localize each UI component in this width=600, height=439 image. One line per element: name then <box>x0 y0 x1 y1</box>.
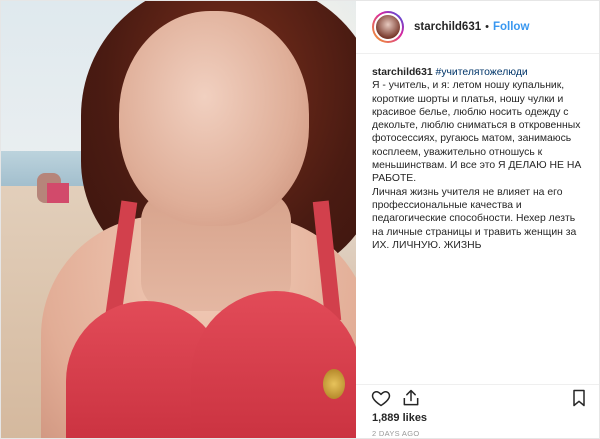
bookmark-outline-icon[interactable] <box>569 388 589 408</box>
share-upload-icon[interactable] <box>401 388 421 408</box>
photo-bee-brooch <box>323 369 345 399</box>
post-caption: starchild631 #учителятожелюди Я - учител… <box>356 54 586 252</box>
post-header: starchild631 • Follow <box>356 1 599 54</box>
header-separator: • <box>485 21 489 33</box>
post-photo[interactable] <box>1 1 356 438</box>
caption-username[interactable]: starchild631 <box>372 67 433 78</box>
photo-face <box>119 11 309 226</box>
avatar-image <box>374 13 402 41</box>
post-timestamp: 2 DAYS AGO <box>372 429 420 438</box>
caption-first-line: starchild631 #учителятожелюди <box>372 66 586 79</box>
likes-count[interactable]: 1,889 likes <box>372 412 427 424</box>
header-username[interactable]: starchild631 <box>414 21 481 33</box>
photo-background-chair <box>47 183 69 203</box>
follow-button[interactable]: Follow <box>493 21 529 33</box>
post-sidebar: starchild631 • Follow starchild631 #учит… <box>356 1 599 438</box>
caption-hashtag[interactable]: #учителятожелюди <box>436 67 528 78</box>
caption-paragraph-1: Я - учитель, и я: летом ношу купальник, … <box>372 80 582 185</box>
caption-paragraph-2: Личная жизнь учителя не влияет на его пр… <box>372 186 577 251</box>
post-actions <box>356 384 599 413</box>
avatar[interactable] <box>372 11 404 43</box>
heart-outline-icon[interactable] <box>371 388 391 408</box>
instagram-post: starchild631 • Follow starchild631 #учит… <box>0 0 600 439</box>
